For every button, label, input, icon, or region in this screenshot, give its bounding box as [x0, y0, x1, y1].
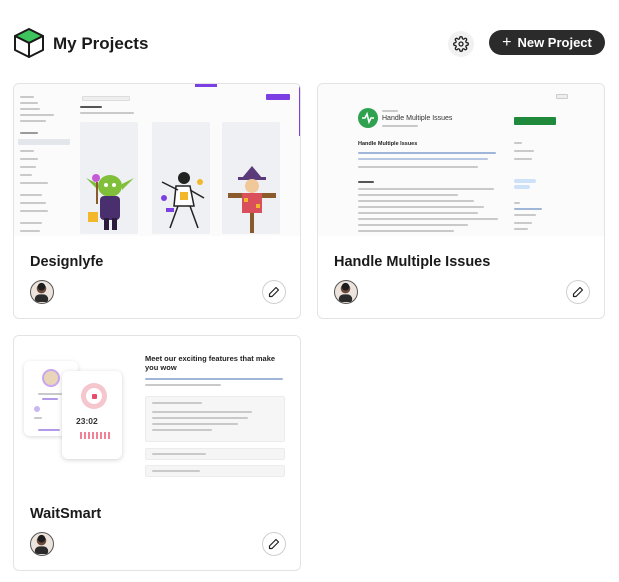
thumbnail-heading: Meet our exciting features that make you…: [145, 354, 276, 373]
project-card-waitsmart[interactable]: 23:02 Meet our exciting features that ma…: [13, 335, 301, 571]
user-avatar: [30, 532, 54, 556]
thumbnail-feature-row: [145, 465, 285, 477]
scarecrow-illustration: [228, 166, 276, 233]
project-thumbnail: 23:02 Meet our exciting features that ma…: [14, 336, 300, 488]
gear-icon: [453, 36, 469, 52]
dancer-illustration: [161, 172, 205, 229]
settings-button[interactable]: [448, 31, 474, 57]
record-icon: [81, 383, 107, 409]
cube-logo-icon: [12, 26, 46, 60]
user-avatar: [334, 280, 358, 304]
project-title: WaitSmart: [30, 506, 102, 522]
project-title: Designlyfe: [30, 254, 104, 270]
thumbnail-scrollbar: [299, 84, 300, 136]
edit-project-button[interactable]: [566, 280, 590, 304]
page-title: My Projects: [53, 34, 149, 53]
thumbnail-feature-box: [145, 396, 285, 442]
project-thumbnail: Handle Multiple Issues Handle Multiple I…: [318, 84, 604, 236]
thumbnail-accent-bar: [195, 84, 217, 87]
app-header: My Projects + New Project: [0, 0, 619, 86]
goblin-illustration: [86, 174, 134, 230]
project-title: Handle Multiple Issues: [334, 254, 491, 270]
project-card-designlyfe[interactable]: Designlyfe: [13, 83, 301, 319]
edit-project-button[interactable]: [262, 280, 286, 304]
thumbnail-sidebar: [14, 84, 72, 236]
new-project-button[interactable]: + New Project: [489, 30, 605, 55]
new-project-label: New Project: [517, 35, 592, 50]
project-thumbnail: [14, 84, 300, 236]
plus-icon: +: [502, 33, 512, 51]
thumbnail-action-button: [514, 117, 556, 125]
thumbnail-feature-row: [145, 448, 285, 460]
pencil-icon: [268, 538, 280, 550]
pencil-icon: [268, 286, 280, 298]
activity-icon: [358, 108, 378, 128]
edit-project-button[interactable]: [262, 532, 286, 556]
thumbnail-issue-heading: Handle Multiple Issues: [382, 115, 453, 122]
pencil-icon: [572, 286, 584, 298]
project-card-handle-multiple-issues[interactable]: Handle Multiple Issues Handle Multiple I…: [317, 83, 605, 319]
user-avatar: [30, 280, 54, 304]
thumbnail-timer: 23:02: [76, 416, 98, 426]
